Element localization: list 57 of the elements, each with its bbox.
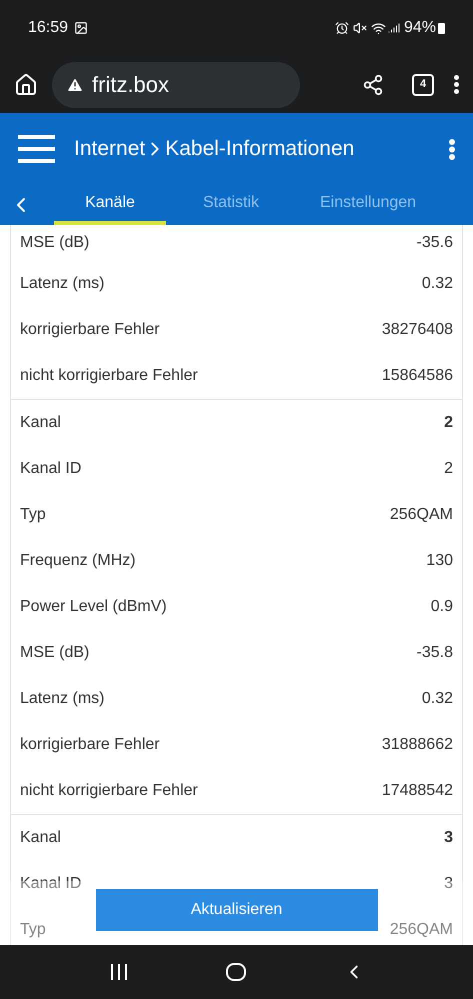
- more-icon: [454, 75, 459, 94]
- tab[interactable]: Einstellungen: [310, 185, 426, 225]
- row-value: 130: [426, 551, 453, 571]
- battery-text: 94%: [404, 18, 436, 38]
- row-label: korrigierbare Fehler: [20, 320, 160, 340]
- row-label: MSE (dB): [20, 233, 90, 253]
- row-value: 3: [444, 874, 453, 894]
- row-label: Latenz (ms): [20, 274, 104, 294]
- clock: 16:59: [28, 18, 68, 38]
- url-text: fritz.box: [92, 71, 170, 99]
- mute-icon: [352, 21, 367, 35]
- breadcrumb-link[interactable]: Internet: [74, 133, 146, 165]
- row-value: 17488542: [382, 781, 453, 801]
- row-value: 256QAM: [390, 920, 453, 940]
- more-options-button[interactable]: [449, 138, 455, 160]
- tab[interactable]: Kanäle: [54, 185, 166, 225]
- row-value: 0.9: [430, 597, 453, 617]
- row-label: MSE (dB): [20, 643, 90, 663]
- row-value: 0.32: [422, 274, 453, 294]
- row-value: -35.6: [416, 233, 453, 253]
- row-label: Power Level (dBmV): [20, 597, 167, 617]
- row-label: Kanal ID: [20, 459, 82, 479]
- image-icon: [74, 21, 88, 35]
- alarm-icon: [334, 21, 349, 35]
- row-label: nicht korrigierbare Fehler: [20, 366, 198, 386]
- address-bar[interactable]: fritz.box: [52, 62, 300, 108]
- row-label: Latenz (ms): [20, 689, 104, 709]
- battery-icon: [438, 22, 445, 34]
- tab-count-button[interactable]: 4: [412, 74, 434, 96]
- more-icon: [449, 138, 455, 160]
- row-label: Kanal ID: [20, 874, 82, 894]
- row-value: 2: [444, 459, 453, 479]
- page-title: Kabel-Informationen: [165, 136, 354, 162]
- row-label: Kanal: [20, 413, 61, 433]
- home-button[interactable]: [14, 72, 38, 96]
- share-button[interactable]: [362, 74, 384, 96]
- wifi-icon: [370, 20, 386, 36]
- row-value: 256QAM: [390, 505, 453, 525]
- row-label: korrigierbare Fehler: [20, 735, 160, 755]
- row-label: Kanal: [20, 828, 61, 848]
- row-label: Typ: [20, 505, 46, 525]
- tab[interactable]: Statistik: [176, 185, 286, 225]
- row-value: -35.8: [416, 643, 453, 663]
- row-value: 3: [444, 828, 453, 848]
- row-value: 31888662: [382, 735, 453, 755]
- row-label: Typ: [20, 920, 46, 940]
- row-value: 38276408: [382, 320, 453, 340]
- row-value: 0.32: [422, 689, 453, 709]
- row-value: 15864586: [382, 366, 453, 386]
- row-value: 2: [444, 413, 453, 433]
- refresh-button[interactable]: Aktualisieren: [96, 889, 378, 931]
- menu-icon[interactable]: [18, 135, 55, 163]
- recent-apps-icon[interactable]: [108, 964, 128, 980]
- home-icon[interactable]: [226, 963, 246, 981]
- row-label: Frequenz (MHz): [20, 551, 136, 571]
- menu-button[interactable]: [454, 75, 459, 94]
- row-label: nicht korrigierbare Fehler: [20, 781, 198, 801]
